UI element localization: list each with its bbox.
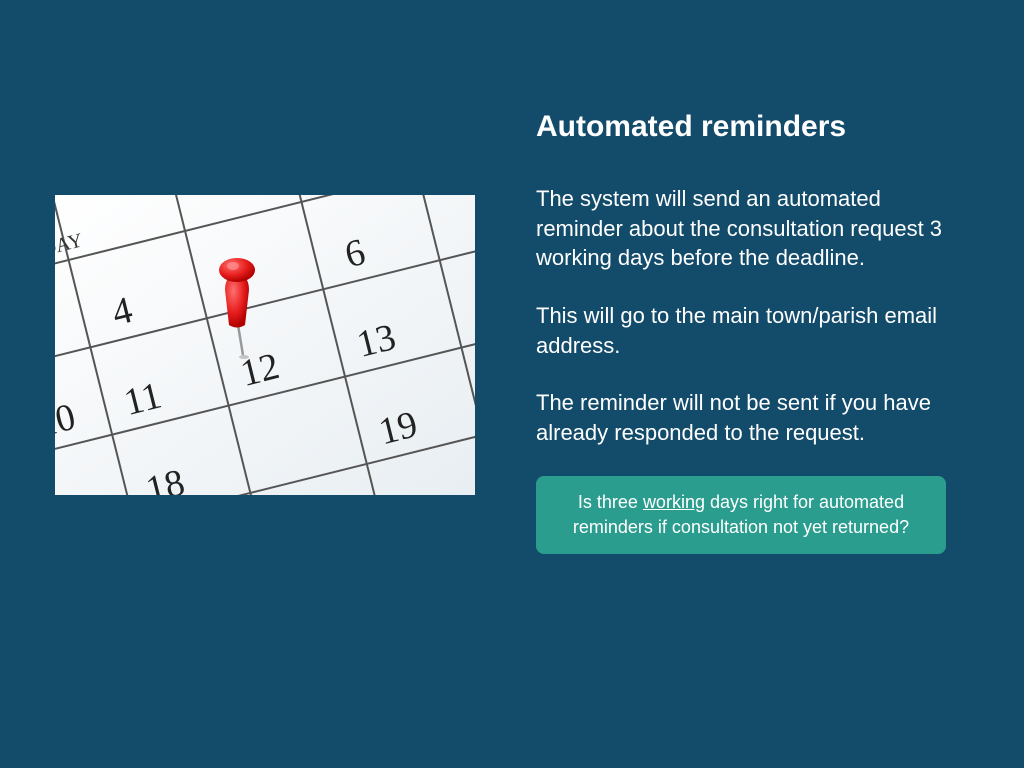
callout-text-prefix: Is three xyxy=(578,492,643,512)
slide-container: MONDAY 4 5 6 10 11 12 13 18 19 xyxy=(0,0,1024,768)
slide-title: Automated reminders xyxy=(536,110,966,144)
calendar-pushpin-icon: MONDAY 4 5 6 10 11 12 13 18 19 xyxy=(55,195,475,495)
callout-question: Is three working days right for automate… xyxy=(536,476,946,554)
calendar-image: MONDAY 4 5 6 10 11 12 13 18 19 xyxy=(55,195,475,495)
text-content: Automated reminders The system will send… xyxy=(536,110,966,554)
body-paragraph: This will go to the main town/parish ema… xyxy=(536,301,966,360)
body-paragraph: The reminder will not be sent if you hav… xyxy=(536,388,966,447)
body-paragraph: The system will send an automated remind… xyxy=(536,184,966,273)
callout-text-underlined: working xyxy=(643,492,705,512)
